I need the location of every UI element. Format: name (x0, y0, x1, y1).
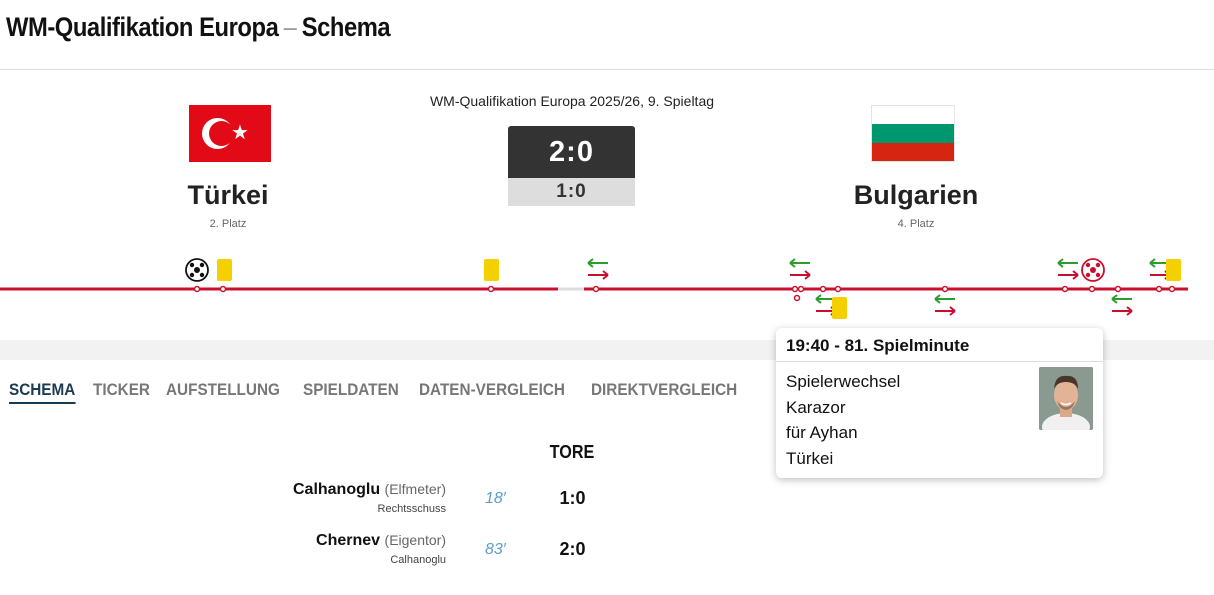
goal-scorer[interactable]: Chernev (Eigentor) (316, 532, 446, 550)
goal-detail: Calhanoglu (390, 554, 446, 566)
score-halftime: 1:0 (508, 178, 635, 206)
home-team-name[interactable]: Türkei (108, 180, 348, 211)
timeline-marker (487, 285, 495, 293)
timeline-marker (193, 285, 201, 293)
goal-scorer[interactable]: Calhanoglu (Elfmeter) (293, 481, 446, 499)
flag-bulgaria[interactable] (871, 105, 955, 162)
tab-bar: SCHEMA TICKER AUFSTELLUNG SPIELDATEN DAT… (9, 380, 744, 404)
goal-minute: 18′ (485, 490, 506, 507)
away-team-name[interactable]: Bulgarien (796, 180, 1036, 211)
own-goal-icon[interactable] (1081, 258, 1105, 282)
goals-heading: TORE (549, 442, 595, 462)
flag-stripe-red (872, 142, 954, 161)
timeline-marker (1088, 285, 1096, 293)
goal-score: 1:0 (559, 488, 586, 508)
timeline-marker (1114, 285, 1122, 293)
competition-label: WM-Qualifikation Europa 2025/26, 9. Spie… (429, 93, 715, 109)
tab-spieldaten[interactable]: SPIELDATEN (303, 380, 399, 404)
tab-schema[interactable]: SCHEMA (9, 380, 76, 404)
page-header: WM-Qualifikation Europa – Schema (0, 0, 1214, 70)
tab-aufstellung[interactable]: AUFSTELLUNG (166, 380, 280, 404)
goal-player-name[interactable]: Chernev (316, 532, 380, 549)
substitution-icon[interactable] (934, 294, 956, 316)
page-title-main: WM-Qualifikation Europa (6, 12, 279, 42)
star-icon: ★ (231, 120, 249, 144)
flag-turkey[interactable]: ★ (189, 105, 271, 162)
event-tooltip: 19:40 - 81. Spielminute Spielerwechsel K… (776, 328, 1103, 478)
substitution-icon[interactable] (587, 258, 609, 280)
away-team-rank: 4. Platz (897, 218, 935, 230)
flag-stripe-white (872, 106, 954, 125)
timeline-marker (793, 294, 801, 302)
tab-ticker[interactable]: TICKER (93, 380, 150, 404)
tooltip-team: Türkei (786, 448, 834, 468)
page-title: WM-Qualifikation Europa – Schema (6, 12, 391, 43)
home-team-rank: 2. Platz (209, 218, 247, 230)
flag-stripe-green (872, 124, 954, 143)
player-photo (1039, 367, 1093, 430)
timeline-marker (791, 285, 799, 293)
timeline-marker (819, 285, 827, 293)
timeline-marker (592, 285, 600, 293)
match-timeline (0, 258, 1188, 319)
goal-detail: Rechtsschuss (377, 503, 446, 515)
goal-score: 2:0 (559, 539, 586, 559)
timeline-marker (797, 285, 805, 293)
timeline-marker (219, 285, 227, 293)
tab-daten-vergleich[interactable]: DATEN-VERGLEICH (419, 380, 565, 404)
goal-type: (Elfmeter) (384, 481, 446, 497)
yellow-card-icon[interactable] (217, 259, 232, 281)
score-main: 2:0 (508, 126, 635, 178)
goal-icon-home[interactable] (185, 258, 209, 282)
substitution-icon[interactable] (789, 258, 811, 280)
substitution-icon[interactable] (1111, 294, 1133, 316)
yellow-card-icon[interactable] (832, 297, 847, 319)
goal-player-name[interactable]: Calhanoglu (293, 481, 380, 498)
goal-row: Calhanoglu (Elfmeter) Rechtsschuss 18′ 1… (200, 481, 620, 527)
timeline-marker (941, 285, 949, 293)
substitution-icon[interactable] (1057, 258, 1079, 280)
player-photo-image (1039, 367, 1093, 430)
title-separator: – (283, 12, 297, 42)
tooltip-title: 19:40 - 81. Spielminute (776, 328, 1103, 362)
yellow-card-icon[interactable] (484, 259, 499, 281)
tab-direktvergleich[interactable]: DIREKTVERGLEICH (591, 380, 737, 404)
goal-row: Chernev (Eigentor) Calhanoglu 83′ 2:0 (200, 532, 620, 578)
page-title-sub: Schema (301, 12, 391, 42)
goal-type: (Eigentor) (384, 532, 446, 548)
timeline-marker (1168, 285, 1176, 293)
timeline-marker (1061, 285, 1069, 293)
timeline-marker (1155, 285, 1163, 293)
timeline-marker (834, 285, 842, 293)
yellow-card-icon[interactable] (1166, 259, 1181, 281)
goal-minute: 83′ (485, 541, 506, 558)
